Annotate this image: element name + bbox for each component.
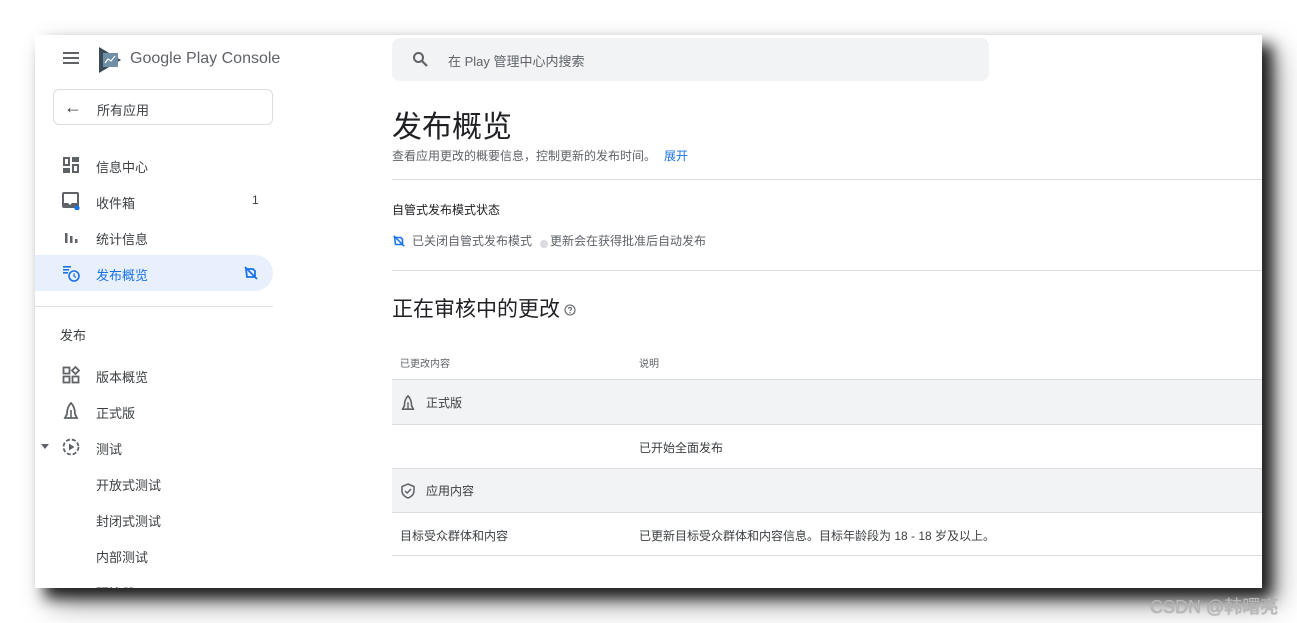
- managed-publishing-off-icon: [393, 235, 405, 247]
- row-description: 已更新目标受众群体和内容信息。目标年龄段为 18 - 18 岁及以上。: [639, 529, 996, 543]
- sidebar-item-statistics[interactable]: 统计信息: [35, 219, 273, 255]
- shield-check-icon: [401, 483, 415, 499]
- app-window: Google Play Console ← 所有应用 信息中心 收件箱 1 统计…: [35, 35, 1262, 588]
- sidebar-divider: [35, 306, 273, 307]
- all-apps-button[interactable]: ← 所有应用: [53, 89, 273, 125]
- group-label: 应用内容: [400, 482, 474, 499]
- sidebar-item-pre-registration[interactable]: 预注册: [35, 573, 273, 588]
- brand-primary: Google Play: [130, 50, 218, 67]
- sidebar-item-releases-overview[interactable]: 版本概览: [35, 357, 273, 393]
- production-icon: [63, 402, 79, 419]
- sidebar-item-label: 收件箱: [96, 196, 136, 211]
- table-group-row[interactable]: 应用内容: [392, 468, 1262, 512]
- table-row: 目标受众群体和内容 已更新目标受众群体和内容信息。目标年龄段为 18 - 18 …: [392, 512, 1262, 556]
- group-label-text: 应用内容: [426, 484, 475, 498]
- top-bar: Google Play Console: [35, 35, 280, 85]
- page-title: 发布概览: [392, 111, 512, 144]
- sidebar-item-testing[interactable]: 测试: [35, 429, 273, 465]
- help-icon[interactable]: [564, 304, 576, 316]
- managed-publishing-off-icon: [244, 266, 258, 280]
- hamburger-menu-icon[interactable]: [63, 52, 79, 64]
- sidebar-item-dashboard[interactable]: 信息中心: [35, 147, 273, 183]
- search-icon: [413, 52, 428, 67]
- watermark: CSDN @韩曙亮: [1150, 597, 1279, 617]
- sidebar-item-label: 正式版: [96, 406, 136, 421]
- divider: [392, 270, 1262, 271]
- group-label-text: 正式版: [426, 396, 463, 410]
- publishing-overview-icon: [63, 266, 80, 282]
- sidebar-item-label: 统计信息: [96, 232, 149, 247]
- all-apps-label: 所有应用: [97, 103, 150, 118]
- production-icon: [401, 395, 415, 411]
- testing-icon: [62, 438, 80, 456]
- review-section-title: 正在审核中的更改: [392, 293, 576, 323]
- sidebar-item-label: 版本概览: [96, 370, 149, 385]
- sidebar-item-production[interactable]: 正式版: [35, 393, 273, 429]
- sidebar: Google Play Console ← 所有应用 信息中心 收件箱 1 统计…: [35, 35, 280, 588]
- sidebar-item-label: 发布概览: [96, 268, 149, 283]
- inbox-icon: [62, 192, 80, 210]
- divider: [392, 179, 1262, 180]
- sidebar-item-open-testing[interactable]: 开放式测试: [35, 465, 273, 501]
- table-row: 已开始全面发布: [392, 424, 1262, 468]
- managed-publishing-title: 自管式发布模式状态: [392, 203, 501, 217]
- sidebar-item-label: 封闭式测试: [96, 514, 162, 529]
- sidebar-item-label: 内部测试: [96, 550, 149, 565]
- sidebar-item-label: 开放式测试: [96, 478, 162, 493]
- managed-publishing-note: 更新会在获得批准后自动发布: [550, 234, 707, 248]
- managed-publishing-status-text: 已关闭自管式发布模式: [412, 234, 533, 248]
- brand-secondary: Console: [221, 50, 281, 67]
- sidebar-item-label: 测试: [96, 442, 123, 457]
- row-description: 已开始全面发布: [639, 441, 724, 455]
- expand-caret-icon[interactable]: [41, 444, 49, 449]
- table-group-row[interactable]: 正式版: [392, 379, 1262, 424]
- inbox-count-badge: 1: [252, 193, 259, 207]
- sidebar-item-internal-testing[interactable]: 内部测试: [35, 537, 273, 573]
- main-content: 发布概览 查看应用更改的概要信息，控制更新的发布时间。展开 自管式发布模式状态 …: [392, 35, 1262, 588]
- arrow-back-icon: ←: [64, 97, 82, 117]
- sidebar-item-label: 信息中心: [96, 160, 149, 175]
- dashboard-icon: [63, 157, 79, 173]
- row-item: 目标受众群体和内容: [400, 529, 509, 543]
- sidebar-item-label: 预注册: [96, 583, 135, 588]
- sidebar-item-publishing-overview[interactable]: 发布概览: [35, 255, 273, 291]
- group-label: 正式版: [400, 394, 462, 411]
- expand-link[interactable]: 展开: [664, 149, 688, 163]
- section-label-release: 发布: [60, 328, 87, 343]
- column-header-description: 说明: [639, 359, 659, 370]
- column-header-changed-item: 已更改内容: [400, 359, 450, 370]
- description-text: 查看应用更改的概要信息，控制更新的发布时间。: [392, 149, 657, 163]
- page-description: 查看应用更改的概要信息，控制更新的发布时间。 展开: [392, 147, 688, 164]
- play-console-logo-icon: [99, 47, 121, 73]
- releases-overview-icon: [62, 366, 80, 384]
- brand-name[interactable]: Google Play Console: [130, 50, 280, 68]
- sidebar-item-closed-testing[interactable]: 封闭式测试: [35, 501, 273, 537]
- separator-dot: [540, 240, 549, 248]
- review-section-title-text: 正在审核中的更改: [392, 298, 560, 321]
- bar-chart-icon: [65, 233, 78, 243]
- managed-publishing-status: 已关闭自管式发布模式 更新会在获得批准后自动发布: [392, 232, 706, 249]
- search-input[interactable]: [446, 48, 970, 74]
- sidebar-item-inbox[interactable]: 收件箱 1: [35, 183, 273, 219]
- search-bar[interactable]: [392, 38, 989, 81]
